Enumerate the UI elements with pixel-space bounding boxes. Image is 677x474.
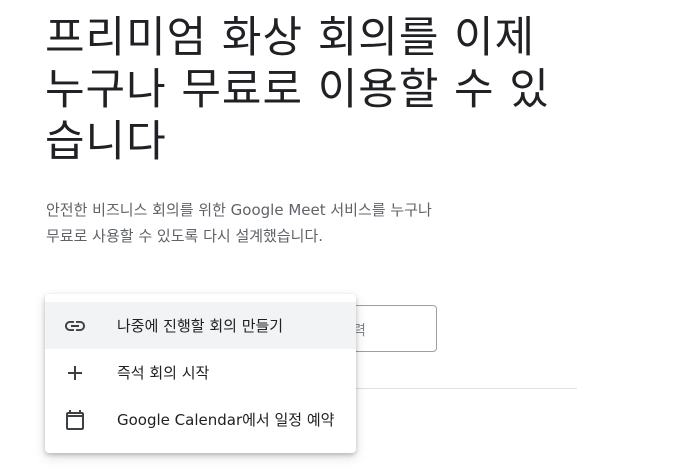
page: 프리미엄 화상 회의를 이제 누구나 무료로 이용할 수 있 습니다 안전한 비…	[0, 0, 677, 474]
menu-item-schedule-calendar[interactable]: Google Calendar에서 일정 예약	[45, 396, 356, 443]
hero-headline: 프리미엄 화상 회의를 이제 누구나 무료로 이용할 수 있 습니다	[45, 12, 645, 168]
plus-icon	[63, 361, 87, 385]
subtitle-line-1: 안전한 비즈니스 회의를 위한 Google Meet 서비스를 누구나	[46, 201, 432, 219]
menu-item-label: 나중에 진행할 회의 만들기	[117, 317, 284, 335]
calendar-icon	[63, 408, 87, 432]
menu-item-create-later[interactable]: 나중에 진행할 회의 만들기	[45, 302, 356, 349]
link-icon	[63, 314, 87, 338]
headline-line-3: 습니다	[45, 117, 167, 167]
subtitle-line-2: 무료로 사용할 수 있도록 다시 설계했습니다.	[46, 227, 324, 245]
headline-line-1: 프리미엄 화상 회의를 이제	[45, 13, 536, 63]
hero-subtitle: 안전한 비즈니스 회의를 위한 Google Meet 서비스를 누구나 무료로…	[46, 197, 432, 249]
new-meeting-menu: 나중에 진행할 회의 만들기 즉석 회의 시작 Google Calendar에…	[45, 294, 356, 453]
headline-line-2: 누구나 무료로 이용할 수 있	[45, 65, 550, 115]
menu-item-label: 즉석 회의 시작	[117, 364, 210, 382]
menu-item-instant-meeting[interactable]: 즉석 회의 시작	[45, 349, 356, 396]
menu-item-label: Google Calendar에서 일정 예약	[117, 411, 335, 429]
